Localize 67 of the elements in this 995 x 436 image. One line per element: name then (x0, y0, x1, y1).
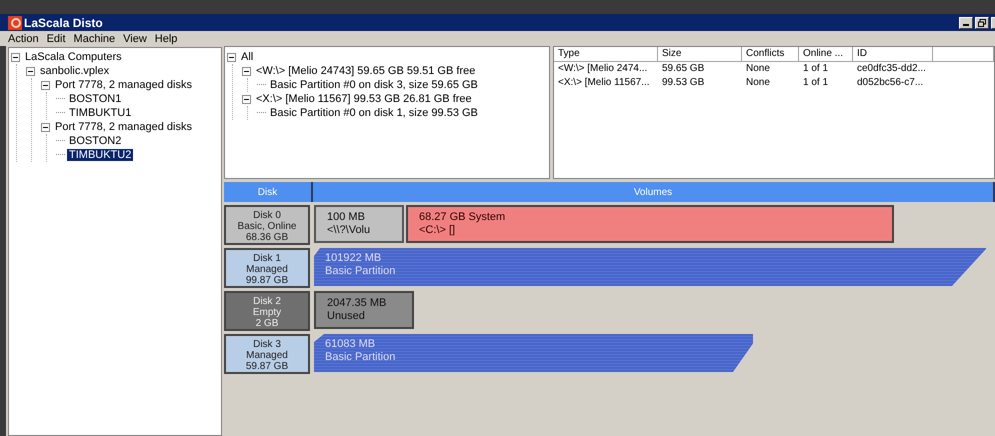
column-header: Volumes (313, 182, 995, 202)
table-cell-text: 99.53 GB (661, 76, 706, 90)
table-cell-text: <X:\> [Melio 11567... (557, 76, 651, 90)
collapse-icon[interactable] (41, 122, 50, 132)
tree-item[interactable]: <W:\> [Melio 24743] 59.65 GB 59.51 GB free (254, 65, 478, 77)
volume-size: 61083 MB (325, 338, 376, 351)
volume-size: 68.27 GB System (419, 211, 506, 224)
restore-icon (978, 18, 986, 26)
app-logo-icon (8, 16, 22, 30)
table-cell-text: None (745, 62, 771, 76)
menu-item[interactable]: Edit (46, 32, 66, 44)
tree-item[interactable]: <X:\> [Melio 11567] 99.53 GB 26.81 GB free (254, 93, 474, 105)
minimize-button[interactable] (959, 16, 973, 28)
menu-item[interactable]: View (123, 32, 147, 44)
disk-label[interactable]: Disk 2 Empty 2 GB (224, 291, 310, 331)
collapse-icon[interactable] (242, 94, 251, 104)
column-header[interactable]: Conflicts (742, 47, 799, 62)
collapse-icon[interactable] (41, 80, 50, 90)
table-cell-text: d052bc56-c7... (856, 76, 924, 90)
collapse-icon[interactable] (26, 66, 35, 76)
column-header[interactable]: Type (554, 47, 658, 62)
volume-block[interactable]: 68.27 GB System <C:\> [] (406, 205, 894, 243)
volume-block[interactable]: 61083 MB Basic Partition (314, 334, 753, 372)
disk-label[interactable]: Disk 3 Managed 59.87 GB (224, 334, 310, 374)
tree-item[interactable]: BOSTON2 (67, 135, 124, 147)
tree-item[interactable]: TIMBUKTU2 (67, 149, 134, 161)
menu-item[interactable]: Action (8, 32, 39, 44)
table-cell-text: <W:\> [Melio 2474... (557, 62, 648, 76)
menu-item[interactable]: Machine (74, 32, 116, 44)
tree-item[interactable]: sanbolic.vplex (38, 65, 112, 77)
volume-size: 100 MB (327, 211, 366, 224)
tree-item[interactable]: All (239, 51, 256, 63)
restore-button[interactable] (975, 16, 989, 28)
table-cell-text: ce0dfc35-dd2... (856, 62, 927, 76)
column-header[interactable]: Size (658, 47, 742, 62)
volume-label: Basic Partition (325, 351, 396, 364)
collapse-icon[interactable] (227, 52, 236, 62)
unallocated-space[interactable]: 2047.35 MB Unused (314, 291, 414, 329)
column-header[interactable]: ID (853, 47, 933, 62)
close-button[interactable] (991, 16, 995, 28)
tree-item[interactable]: Port 7778, 2 managed disks (53, 79, 194, 91)
tree-item[interactable]: Basic Partition #0 on disk 1, size 99.53 GB (268, 107, 480, 119)
table-cell-text: 1 of 1 (802, 76, 830, 90)
disk-label[interactable]: Disk 1 Managed 99.87 GB (224, 248, 310, 288)
tree-item[interactable]: LaScala Computers (23, 51, 124, 63)
volume-size: 101922 MB (325, 252, 382, 265)
volume-block[interactable]: 100 MB <\\?\Volu (314, 205, 404, 243)
collapse-icon[interactable] (11, 52, 20, 62)
tree-item[interactable]: Basic Partition #0 on disk 3, size 59.65 GB (268, 79, 480, 91)
volume-label: Unused (327, 310, 366, 323)
window-title: LaScala Disto (24, 16, 104, 30)
table-cell-text: 1 of 1 (802, 62, 830, 76)
column-header: Disk (224, 182, 313, 202)
tree-item[interactable]: Port 7778, 2 managed disks (53, 121, 194, 133)
collapse-icon[interactable] (242, 66, 251, 76)
disk-label[interactable]: Disk 0 Basic, Online 68.36 GB (224, 205, 310, 245)
volume-size: 2047.35 MB (327, 297, 388, 310)
volume-label: <\\?\Volu (327, 224, 372, 237)
column-header[interactable]: Online ... (799, 47, 853, 62)
volume-label: <C:\> [] (419, 224, 456, 237)
table-cell-text: None (745, 76, 771, 90)
volume-label: Basic Partition (325, 265, 396, 278)
menu-item[interactable]: Help (154, 32, 178, 44)
volume-block[interactable]: 101922 MB Basic Partition (314, 248, 986, 286)
tree-item[interactable]: TIMBUKTU1 (67, 107, 134, 119)
table-cell-text: 59.65 GB (661, 62, 706, 76)
tree-item[interactable]: BOSTON1 (67, 93, 124, 105)
